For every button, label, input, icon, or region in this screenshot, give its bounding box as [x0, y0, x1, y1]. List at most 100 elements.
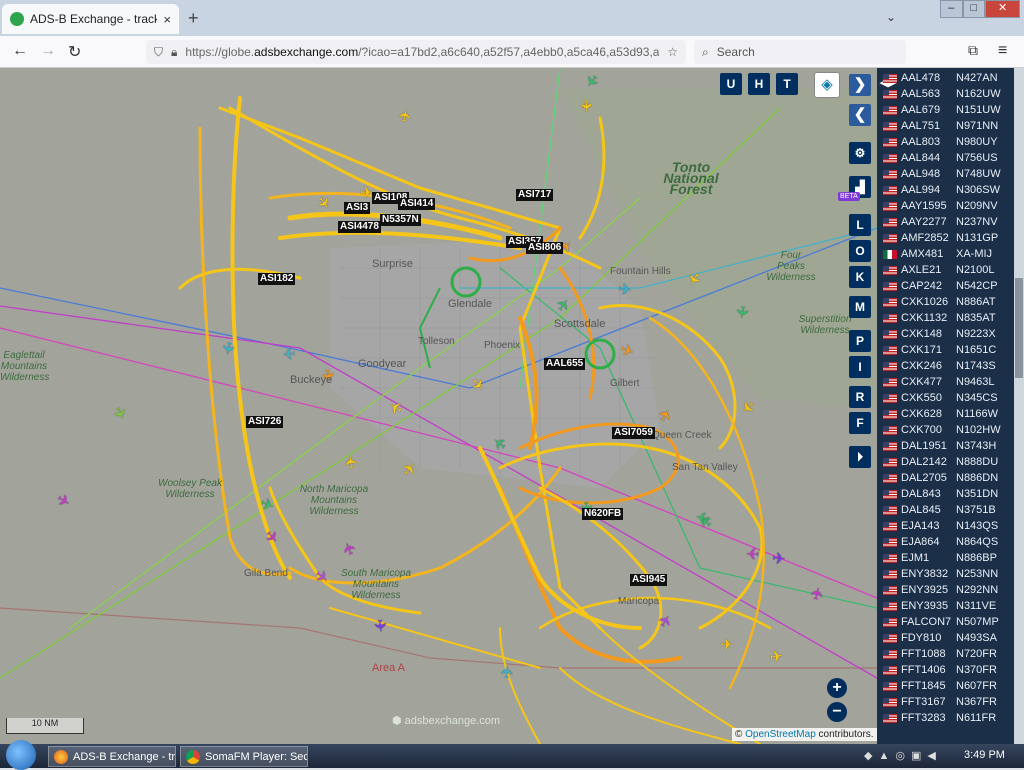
- aircraft-list-row[interactable]: CAP242 N542CP: [883, 278, 998, 294]
- aircraft-label[interactable]: ASI4478: [338, 221, 381, 233]
- aircraft-list-row[interactable]: AAL844 N756US: [883, 150, 998, 166]
- aircraft-list-row[interactable]: FFT1088 N720FR: [883, 646, 997, 662]
- aircraft-list-row[interactable]: CXK148 N9223X: [883, 326, 996, 342]
- k-button[interactable]: K: [849, 266, 871, 288]
- l-button[interactable]: L: [849, 214, 871, 236]
- aircraft-list-row[interactable]: FALCON7 N507MP: [883, 614, 999, 630]
- t-button[interactable]: T: [776, 73, 798, 95]
- aircraft-marker-icon[interactable]: ✈: [576, 99, 594, 114]
- u-button[interactable]: U: [720, 73, 742, 95]
- clock[interactable]: 3:49 PM: [964, 749, 1005, 761]
- aircraft-list-row[interactable]: DAL2142 N888DU: [883, 454, 998, 470]
- zoom-in-button[interactable]: +: [827, 678, 847, 698]
- aircraft-label[interactable]: ASI3: [344, 202, 371, 214]
- replay-icon[interactable]: ⏵: [849, 446, 871, 468]
- aircraft-list-row[interactable]: EJM1 N886BP: [883, 550, 997, 566]
- aircraft-marker-icon[interactable]: ✈: [343, 454, 362, 470]
- aircraft-list-row[interactable]: CXK1132 N835AT: [883, 310, 996, 326]
- aircraft-list-row[interactable]: DAL843 N351DN: [883, 486, 998, 502]
- aircraft-list-row[interactable]: AAL563 N162UW: [883, 86, 1001, 102]
- aircraft-list-row[interactable]: CXK550 N345CS: [883, 390, 998, 406]
- aircraft-list-row[interactable]: DAL1951 N3743H: [883, 438, 996, 454]
- aircraft-label[interactable]: ASI806: [526, 242, 564, 254]
- aircraft-list-row[interactable]: AAL751 N971NN: [883, 118, 998, 134]
- aircraft-list-row[interactable]: CXK628 N1166W: [883, 406, 998, 422]
- aircraft-list-row[interactable]: DAL2705 N886DN: [883, 470, 998, 486]
- aircraft-list-row[interactable]: DAL845 N3751B: [883, 502, 996, 518]
- extensions-icon[interactable]: ⧉: [968, 42, 978, 59]
- back-arrow-icon[interactable]: ←: [12, 42, 28, 60]
- aircraft-marker-icon[interactable]: ✈: [281, 343, 296, 361]
- forward-arrow-icon[interactable]: →: [40, 42, 56, 60]
- aircraft-marker-icon[interactable]: ✈: [771, 551, 786, 569]
- aircraft-list-row[interactable]: FFT1406 N370FR: [883, 662, 997, 678]
- expand-sidebar-chevron-icon[interactable]: ❯: [849, 74, 871, 96]
- minimize-button[interactable]: –: [940, 0, 963, 18]
- aircraft-marker-icon[interactable]: ✈: [617, 281, 632, 299]
- zoom-out-button[interactable]: −: [827, 702, 847, 722]
- reload-icon[interactable]: ↻: [68, 42, 81, 62]
- system-tray[interactable]: ◆▲◎▣◀: [864, 749, 942, 762]
- aircraft-list-row[interactable]: FDY810 N493SA: [883, 630, 997, 646]
- aircraft-list-row[interactable]: AAL948 N748UW: [883, 166, 1001, 182]
- taskbar-firefox-item[interactable]: ADS-B Exchange - tr...: [48, 746, 176, 767]
- aircraft-list-row[interactable]: CXK700 N102HW: [883, 422, 1001, 438]
- osm-link[interactable]: OpenStreetMap: [745, 729, 816, 740]
- sidebar-scrollbar[interactable]: [1014, 68, 1024, 744]
- new-tab-button[interactable]: +: [188, 8, 199, 29]
- h-button[interactable]: H: [748, 73, 770, 95]
- m-button[interactable]: M: [849, 296, 871, 318]
- o-button[interactable]: O: [849, 240, 871, 262]
- aircraft-marker-icon[interactable]: ✈: [769, 648, 785, 667]
- taskbar-chrome-item[interactable]: SomaFM Player: Secr...: [180, 746, 308, 767]
- settings-gear-icon[interactable]: ⚙: [849, 142, 871, 164]
- menu-icon[interactable]: ≡: [998, 42, 1007, 60]
- aircraft-list-row[interactable]: FFT3283 N611FR: [883, 710, 996, 726]
- aircraft-marker-icon[interactable]: ✈: [732, 304, 751, 320]
- search-box[interactable]: ⌕ Search: [694, 40, 906, 64]
- aircraft-label[interactable]: ASI945: [630, 574, 668, 586]
- aircraft-list-row[interactable]: ENY3925 N292NN: [883, 582, 998, 598]
- layers-icon[interactable]: ◈: [814, 72, 840, 98]
- aircraft-marker-icon[interactable]: ✈: [720, 638, 733, 654]
- map-view[interactable]: ✈✈✈✈✈✈✈✈✈✈✈✈✈✈✈✈✈✈✈✈✈✈✈✈✈✈✈✈✈✈✈✈✈✈✈✈✈✈✈✈…: [0, 68, 877, 744]
- aircraft-list-row[interactable]: AXLE21 N2100L: [883, 262, 995, 278]
- aircraft-label[interactable]: AAL655: [544, 358, 586, 370]
- aircraft-list-row[interactable]: FFT1845 N607FR: [883, 678, 997, 694]
- aircraft-label[interactable]: N5357N: [380, 214, 421, 226]
- aircraft-list-row[interactable]: AAL478 N427AN: [883, 70, 998, 86]
- aircraft-list-row[interactable]: AAL994 N306SW: [883, 182, 1000, 198]
- scrollbar-thumb[interactable]: [1015, 278, 1023, 378]
- aircraft-list-row[interactable]: ENY3935 N311VE: [883, 598, 996, 614]
- start-button[interactable]: [6, 740, 36, 770]
- tracking-shield-icon[interactable]: ⛉: [154, 45, 163, 60]
- f-button[interactable]: F: [849, 412, 871, 434]
- aircraft-list-row[interactable]: AMF2852 N131GP: [883, 230, 998, 246]
- url-bar[interactable]: ⛉ 🔒︎ https://globe.adsbexchange.com/?ica…: [146, 40, 686, 64]
- aircraft-marker-icon[interactable]: ✈: [499, 665, 517, 680]
- aircraft-list-row[interactable]: CXK1026 N886AT: [883, 294, 996, 310]
- aircraft-marker-icon[interactable]: ✈: [218, 340, 237, 356]
- i-button[interactable]: I: [849, 356, 871, 378]
- aircraft-list-row[interactable]: AAL803 N980UY: [883, 134, 998, 150]
- lock-icon[interactable]: 🔒︎: [171, 45, 177, 60]
- collapse-sidebar-chevron-icon[interactable]: ❮: [849, 104, 871, 126]
- aircraft-list-row[interactable]: AAY2277 N237NV: [883, 214, 998, 230]
- aircraft-list-row[interactable]: CXK171 N1651C: [883, 342, 996, 358]
- browser-tab[interactable]: ADS-B Exchange - track aircraft ×: [2, 4, 179, 34]
- aircraft-list-row[interactable]: AAY1595 N209NV: [883, 198, 998, 214]
- url-text[interactable]: https://globe.adsbexchange.com/?icao=a17…: [185, 45, 659, 59]
- aircraft-list-row[interactable]: EJA864 N864QS: [883, 534, 998, 550]
- aircraft-marker-icon[interactable]: ✈: [746, 544, 760, 561]
- aircraft-label[interactable]: ASI726: [246, 416, 284, 428]
- aircraft-marker-icon[interactable]: ✈: [370, 618, 388, 633]
- aircraft-label[interactable]: ASI182: [258, 273, 296, 285]
- aircraft-list-row[interactable]: AMX481 XA-MIJ: [883, 246, 992, 262]
- aircraft-label[interactable]: ASI717: [516, 189, 554, 201]
- maximize-button[interactable]: □: [962, 0, 986, 18]
- aircraft-list-row[interactable]: AAL679 N151UW: [883, 102, 1001, 118]
- aircraft-label[interactable]: ASI7059: [612, 427, 655, 439]
- aircraft-label[interactable]: ASI414: [398, 198, 436, 210]
- aircraft-list-row[interactable]: CXK246 N1743S: [883, 358, 996, 374]
- aircraft-list-row[interactable]: EJA143 N143QS: [883, 518, 998, 534]
